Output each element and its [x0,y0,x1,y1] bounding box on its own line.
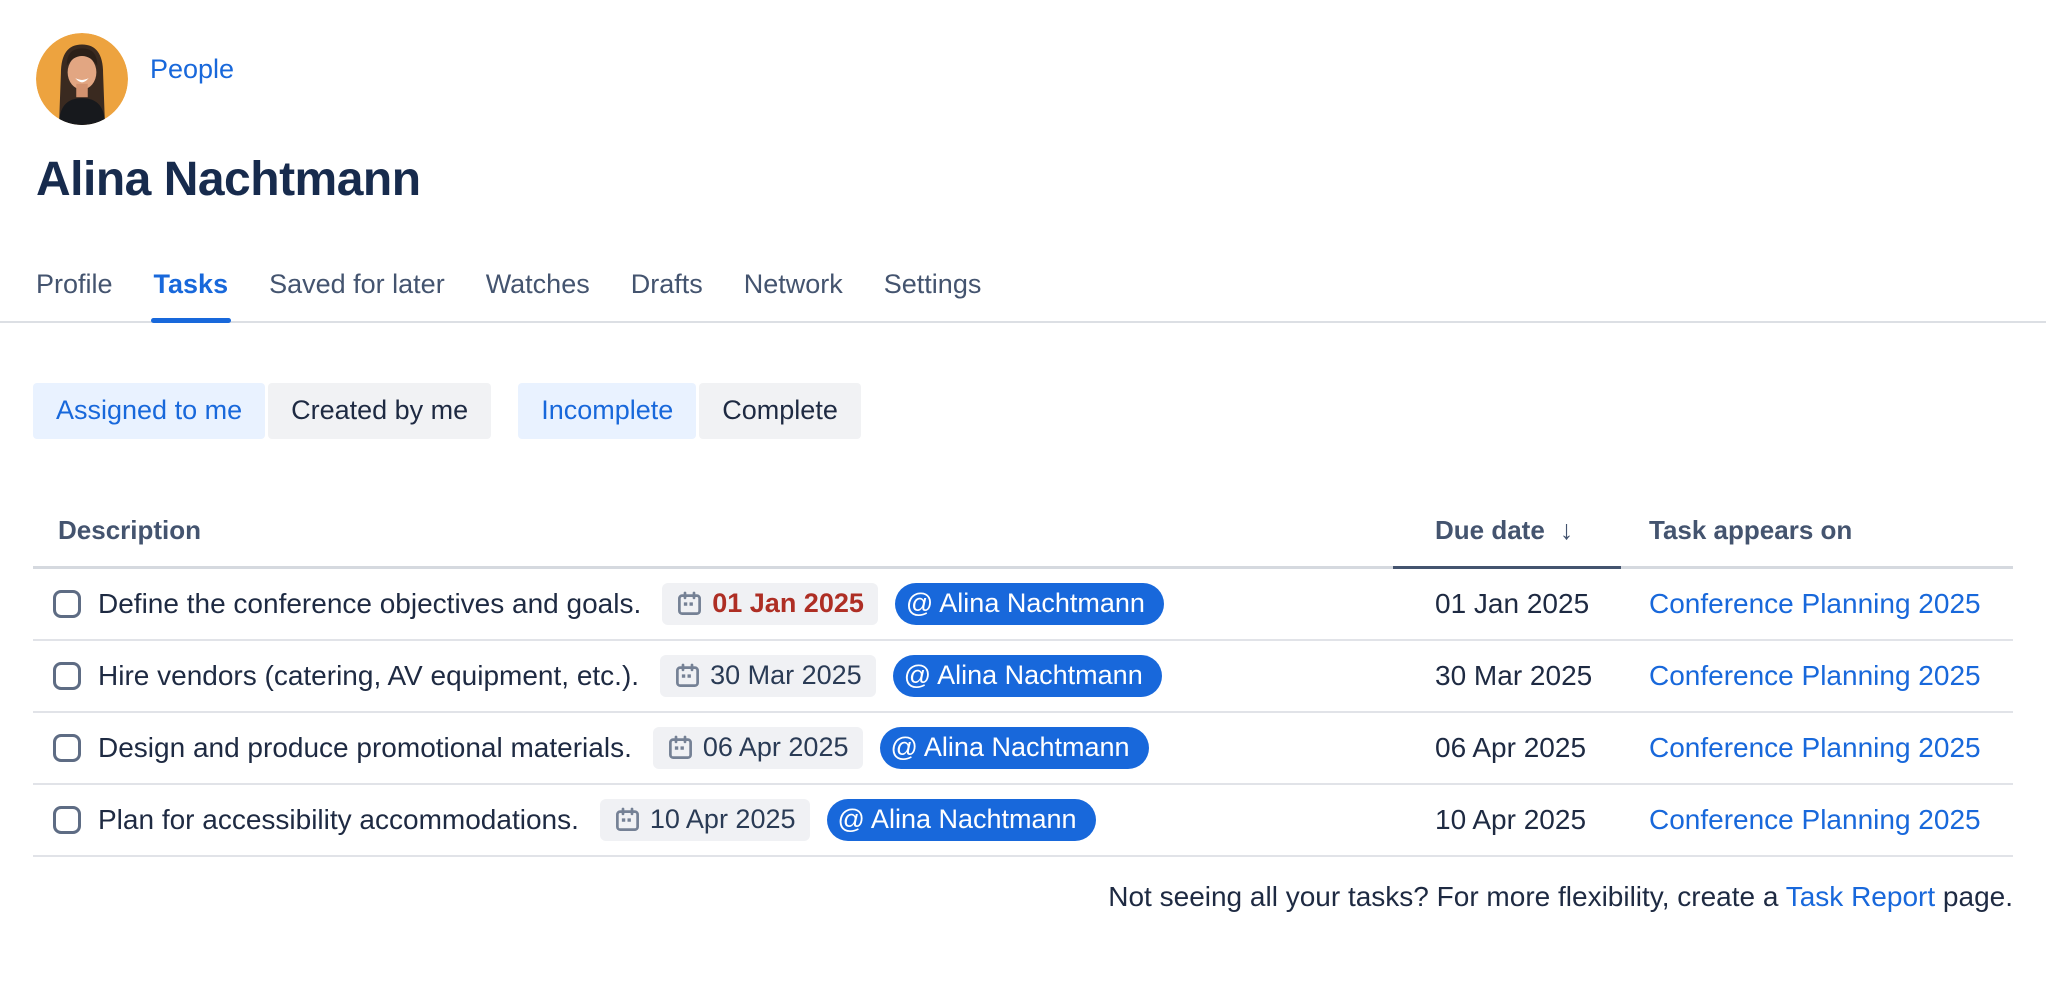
table-row: Hire vendors (catering, AV equipment, et… [33,640,2013,712]
due-date-cell: 06 Apr 2025 [1393,712,1621,784]
footer-text-after: page. [1935,881,2013,912]
task-description: Design and produce promotional materials… [98,732,632,764]
profile-tabs: Profile Tasks Saved for later Watches Dr… [0,269,2046,323]
due-date-lozenge: 30 Mar 2025 [660,655,876,697]
due-date-cell: 01 Jan 2025 [1393,567,1621,640]
column-header-description[interactable]: Description [33,499,1393,568]
status-filter-group: Incomplete Complete [518,383,861,439]
filter-incomplete[interactable]: Incomplete [518,383,696,439]
inline-due-date: 10 Apr 2025 [650,804,796,835]
task-page-link[interactable]: Conference Planning 2025 [1649,588,1981,619]
tasks-table: Description Due date ↓ Task appears on De… [33,499,2013,857]
mention-pill[interactable]: @ Alina Nachtmann [895,583,1164,625]
filter-complete[interactable]: Complete [699,383,861,439]
inline-due-date: 30 Mar 2025 [710,660,862,691]
calendar-icon [674,662,701,689]
column-header-due-date[interactable]: Due date ↓ [1393,499,1621,568]
task-checkbox[interactable] [53,734,81,762]
inline-due-date: 01 Jan 2025 [712,588,864,619]
table-row: Define the conference objectives and goa… [33,567,2013,640]
task-page-link[interactable]: Conference Planning 2025 [1649,804,1981,835]
filter-assigned-to-me[interactable]: Assigned to me [33,383,265,439]
mention-pill[interactable]: @ Alina Nachtmann [880,727,1149,769]
profile-header: People Alina Nachtmann [0,33,2046,207]
task-filters: Assigned to me Created by me Incomplete … [33,383,2013,439]
assignment-filter-group: Assigned to me Created by me [33,383,491,439]
task-page-link[interactable]: Conference Planning 2025 [1649,732,1981,763]
task-description: Plan for accessibility accommodations. [98,804,579,836]
due-date-cell: 10 Apr 2025 [1393,784,1621,856]
due-date-lozenge: 01 Jan 2025 [662,583,878,625]
tab-saved-for-later[interactable]: Saved for later [269,269,445,321]
task-page-link[interactable]: Conference Planning 2025 [1649,660,1981,691]
mention-pill[interactable]: @ Alina Nachtmann [827,799,1096,841]
page-title: Alina Nachtmann [36,154,2046,207]
avatar-image [36,33,128,125]
task-checkbox[interactable] [53,662,81,690]
tab-network[interactable]: Network [744,269,843,321]
due-date-cell: 30 Mar 2025 [1393,640,1621,712]
tab-settings[interactable]: Settings [884,269,982,321]
task-description: Define the conference objectives and goa… [98,588,641,620]
avatar [36,33,128,125]
task-report-link[interactable]: Task Report [1786,881,1935,912]
table-row: Plan for accessibility accommodations. 1 [33,784,2013,856]
task-description: Hire vendors (catering, AV equipment, et… [98,660,639,692]
table-row: Design and produce promotional materials… [33,712,2013,784]
calendar-icon [614,806,641,833]
tasks-footer-note: Not seeing all your tasks? For more flex… [33,881,2013,913]
column-header-task-appears-on[interactable]: Task appears on [1621,499,2013,568]
sort-descending-icon: ↓ [1560,515,1574,545]
filter-created-by-me[interactable]: Created by me [268,383,491,439]
task-checkbox[interactable] [53,806,81,834]
tab-tasks[interactable]: Tasks [154,269,229,321]
inline-due-date: 06 Apr 2025 [703,732,849,763]
tasks-panel: Assigned to me Created by me Incomplete … [33,383,2013,913]
tab-drafts[interactable]: Drafts [631,269,703,321]
due-date-lozenge: 06 Apr 2025 [653,727,863,769]
tab-watches[interactable]: Watches [486,269,590,321]
footer-text-before: Not seeing all your tasks? For more flex… [1108,881,1785,912]
due-date-lozenge: 10 Apr 2025 [600,799,810,841]
mention-pill[interactable]: @ Alina Nachtmann [893,655,1162,697]
calendar-icon [667,734,694,761]
breadcrumb-people-link[interactable]: People [150,54,234,85]
table-header-row: Description Due date ↓ Task appears on [33,499,2013,568]
calendar-icon [676,590,703,617]
user-profile-page: People Alina Nachtmann Profile Tasks Sav… [0,33,2046,913]
due-date-header-label: Due date [1435,515,1545,545]
task-checkbox[interactable] [53,590,81,618]
tab-profile[interactable]: Profile [36,269,113,321]
